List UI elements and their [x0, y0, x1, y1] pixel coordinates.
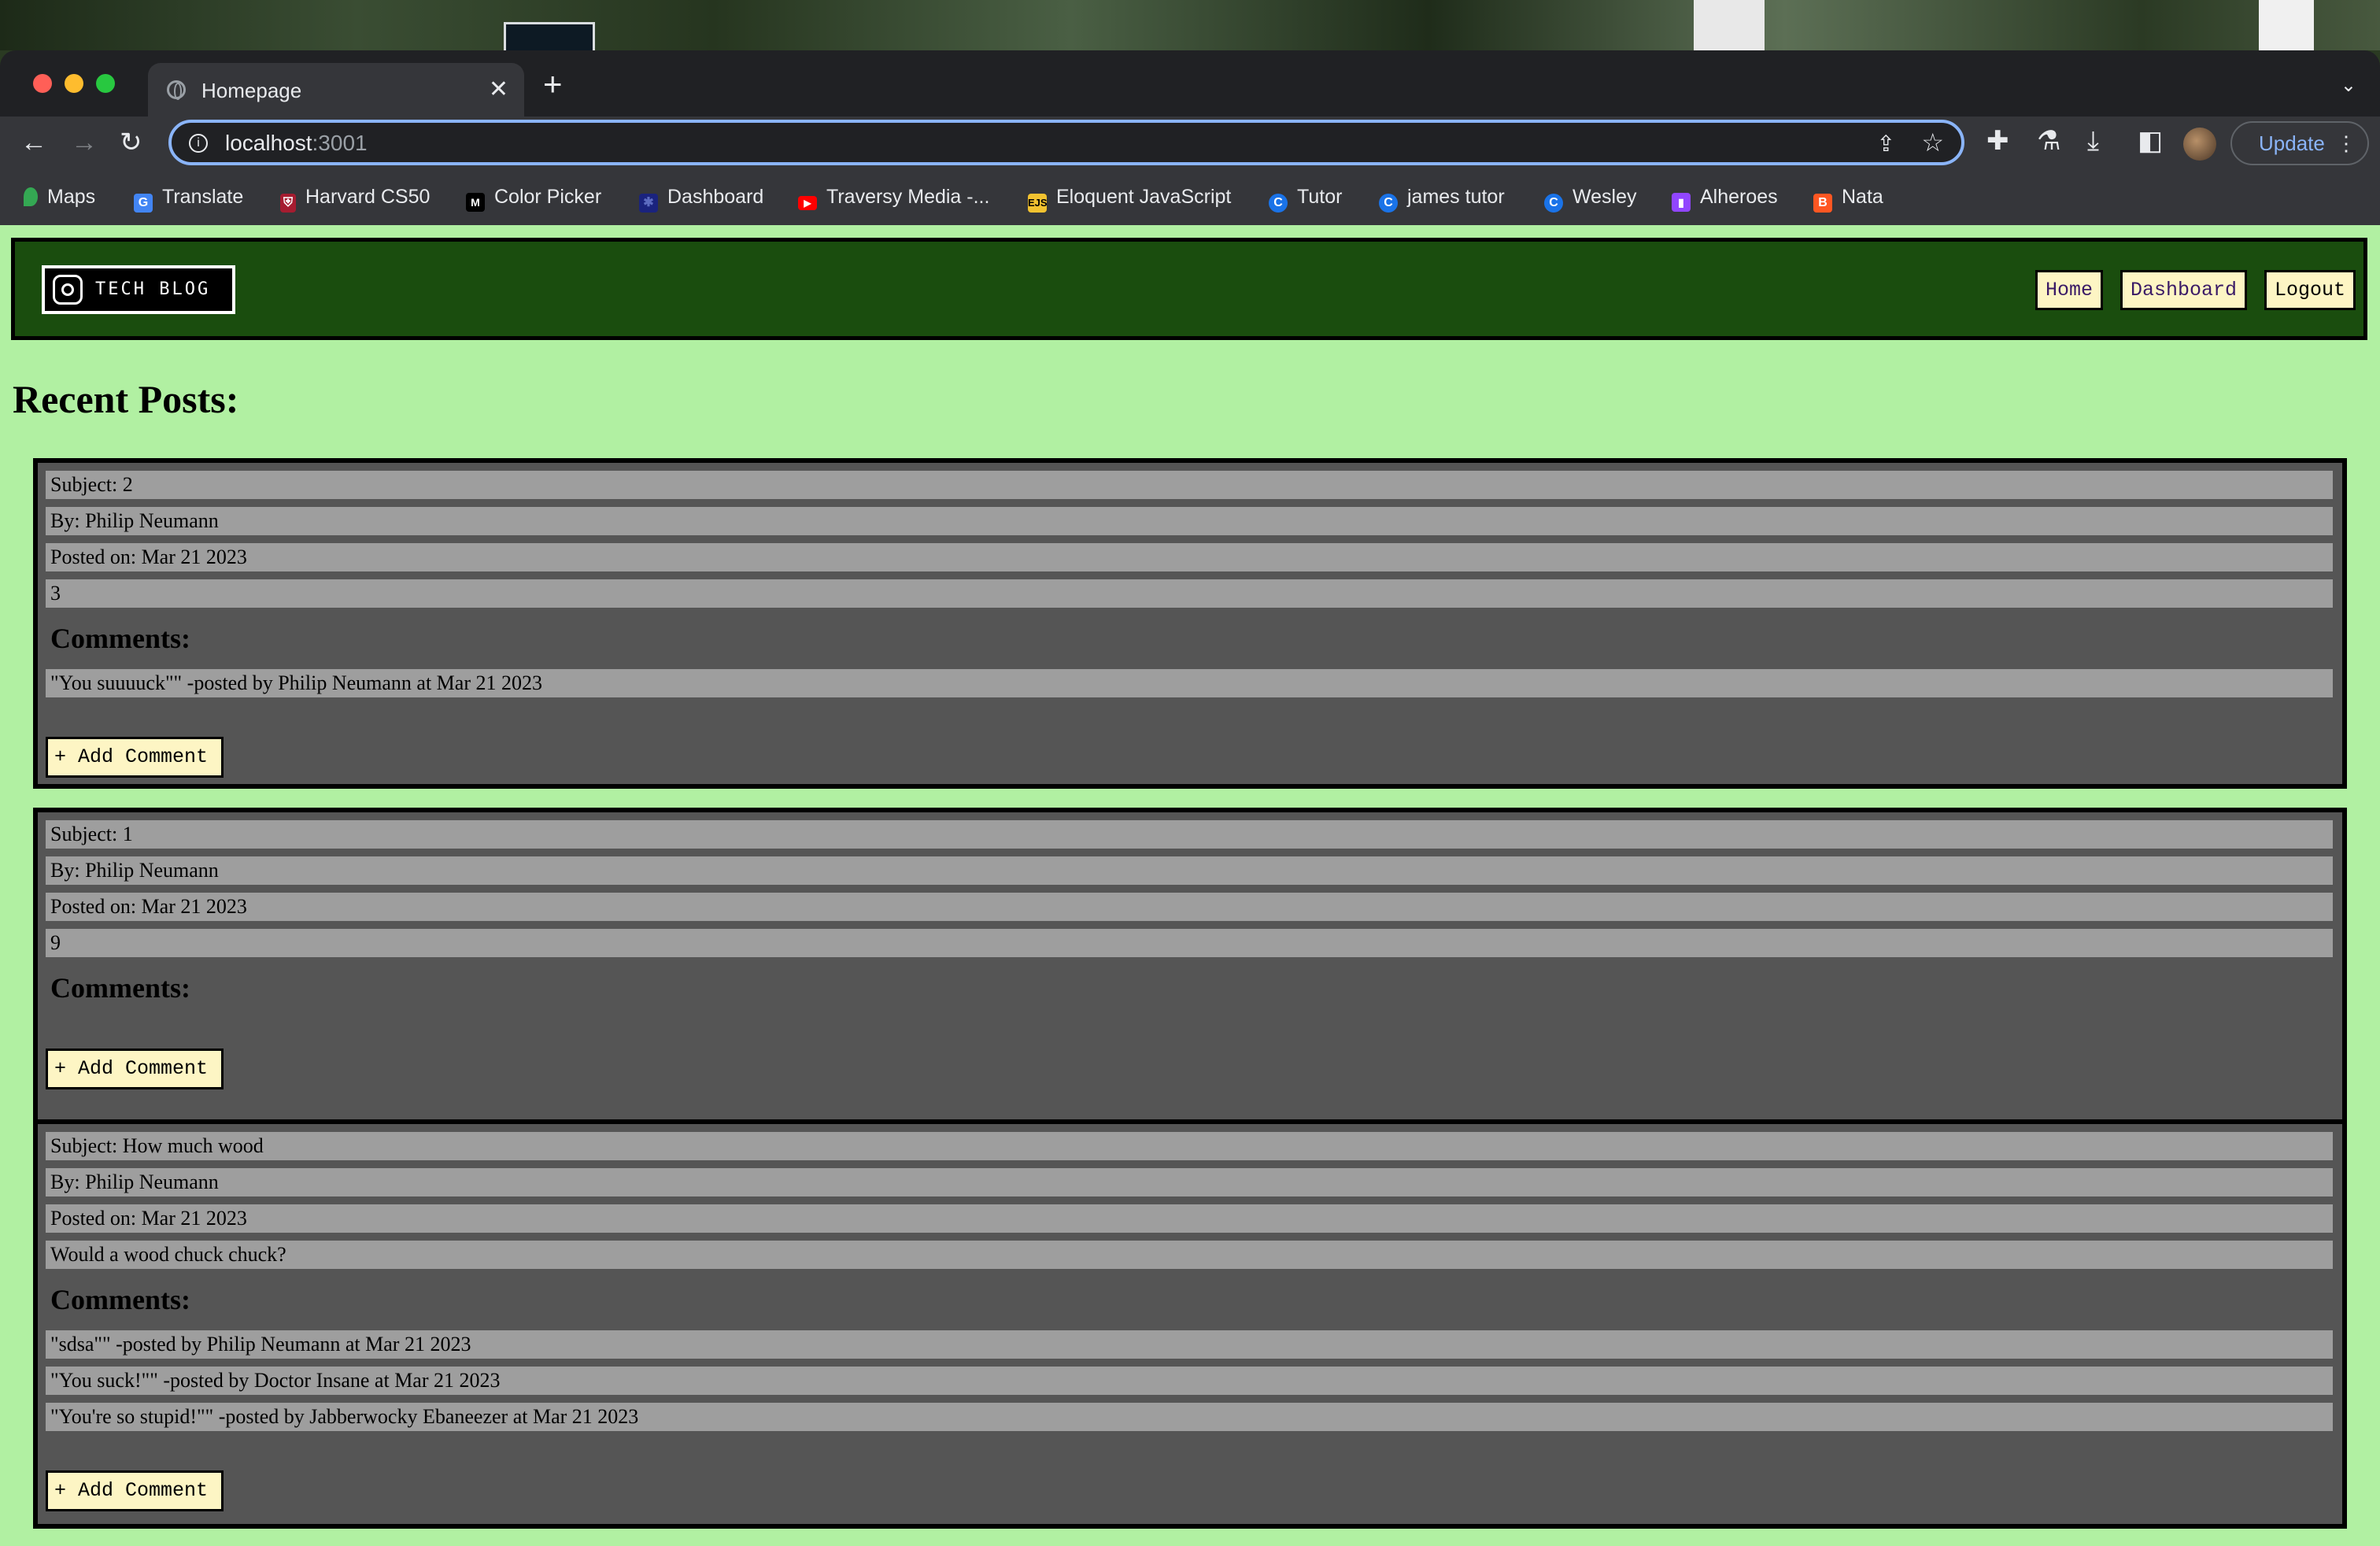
post-date: Posted on: Mar 21 2023 [46, 893, 2333, 921]
comments-heading: Comments: [50, 1284, 190, 1315]
nav-dashboard-button[interactable]: Dashboard [2119, 270, 2247, 310]
bookmark-item[interactable]: ▮ Alheroes [1672, 186, 1778, 212]
bookmark-item[interactable]: G Translate [134, 186, 243, 213]
info-icon[interactable]: i [189, 134, 208, 153]
bookmark-star-icon[interactable]: ☆ [1921, 128, 1944, 157]
bookmark-item[interactable]: Cjames tutor [1379, 186, 1505, 213]
twitch-icon: ▮ [1672, 193, 1691, 212]
post-body: Would a wood chuck chuck? [46, 1241, 2333, 1269]
color-picker-icon: M [466, 193, 485, 212]
comments-heading: Comments: [50, 623, 190, 654]
post-date: Posted on: Mar 21 2023 [46, 543, 2333, 571]
post-body: 3 [46, 579, 2333, 608]
comment-item: "You suck!"" -posted by Doctor Insane at… [46, 1367, 2333, 1395]
bookmark-item[interactable]: M Color Picker [466, 186, 601, 212]
forward-button[interactable]: → [71, 129, 98, 156]
site-nav: Home Dashboard Logout [2034, 270, 2356, 310]
close-tab-icon[interactable]: ✕ [489, 76, 508, 103]
more-menu-icon: ⋮ [2336, 131, 2356, 155]
post-body: 9 [46, 929, 2333, 957]
url-text[interactable]: localhost:3001 [225, 131, 368, 156]
page-title: Recent Posts: [13, 377, 239, 421]
profile-avatar[interactable] [2183, 128, 2216, 161]
post-card: Subject: 2 By: Philip Neumann Posted on:… [33, 458, 2347, 789]
tutor-icon: C [1544, 194, 1563, 213]
bookmark-item[interactable]: ▶ Traversy Media -... [798, 186, 989, 210]
post-subject: Subject: 2 [46, 471, 2333, 499]
comment-item: "You suuuuck"" -posted by Philip Neumann… [46, 669, 2333, 697]
desktop-wallpaper [0, 0, 2380, 50]
share-icon[interactable]: ⇪ [1877, 131, 1895, 157]
harvard-icon: ⛨ [280, 194, 296, 213]
tab-homepage[interactable]: Homepage ✕ [148, 63, 524, 117]
bookmark-item[interactable]: C Tutor [1269, 186, 1342, 213]
side-panel-icon[interactable]: ◧ [2138, 128, 2163, 154]
globe-icon [167, 80, 186, 100]
add-comment-button[interactable]: + Add Comment [46, 1049, 224, 1089]
add-comment-button[interactable]: + Add Comment [46, 737, 224, 778]
nav-logout-button[interactable]: Logout [2264, 270, 2356, 310]
bookmark-item[interactable]: C Wesley [1544, 186, 1637, 213]
tutor-icon: C [1379, 194, 1398, 213]
browser-toolbar: ← → ↻ i localhost:3001 ⇪ ☆ ✚ ⚗ ⤓ ◧ Updat… [0, 117, 2380, 172]
blogger-icon: B [1813, 194, 1832, 213]
bookmarks-bar: Maps G Translate ⛨ Harvard CS50 M Color Pic… [0, 172, 2380, 225]
post-subject: Subject: How much wood [46, 1132, 2333, 1160]
tech-blog-logo[interactable]: TECH BLOG [42, 265, 235, 314]
hex-logo-icon [53, 275, 83, 305]
minimize-window-button[interactable] [65, 74, 83, 93]
update-button[interactable]: Update ⋮ [2230, 121, 2369, 165]
labs-flask-icon[interactable]: ⚗ [2037, 128, 2060, 154]
close-window-button[interactable] [33, 74, 52, 93]
comments-heading: Comments: [50, 972, 190, 1004]
translate-icon: G [134, 194, 153, 213]
ejs-icon: EJS [1028, 194, 1048, 213]
add-comment-button[interactable]: + Add Comment [46, 1470, 224, 1511]
bookmark-item[interactable]: EJS Eloquent JavaScript [1028, 186, 1231, 213]
post-subject: Subject: 1 [46, 820, 2333, 849]
post-author: By: Philip Neumann [46, 1168, 2333, 1196]
post-date: Posted on: Mar 21 2023 [46, 1204, 2333, 1233]
tab-strip: Homepage ✕ + ⌄ [0, 50, 2380, 117]
post-card: Subject: 1 By: Philip Neumann Posted on:… [33, 808, 2347, 1138]
browser-window: Homepage ✕ + ⌄ ← → ↻ i localhost:3001 ⇪ … [0, 50, 2380, 225]
web-page: TECH BLOG Home Dashboard Logout Recent P… [0, 225, 2380, 1546]
desktop-document-thumbnail [1694, 0, 1765, 50]
reload-button[interactable]: ↻ [120, 129, 142, 156]
nav-home-button[interactable]: Home [2034, 270, 2103, 310]
tutor-icon: C [1269, 194, 1288, 213]
desktop-window-thumbnail [504, 22, 595, 50]
tab-title: Homepage [201, 79, 302, 102]
download-icon[interactable]: ⤓ [2087, 128, 2099, 154]
zoom-window-button[interactable] [96, 74, 115, 93]
bookmark-item[interactable]: Maps [24, 186, 95, 209]
comment-item: "You're so stupid!"" -posted by Jabberwo… [46, 1403, 2333, 1431]
address-bar[interactable]: i localhost:3001 ⇪ ☆ [168, 120, 1964, 165]
desktop-document-thumbnail [2259, 0, 2314, 50]
extensions-icon[interactable]: ✚ [1986, 128, 2009, 154]
comment-item: "sdsa"" -posted by Philip Neumann at Mar… [46, 1330, 2333, 1359]
bookmark-item[interactable]: B Nata [1813, 186, 1883, 213]
youtube-icon: ▶ [798, 196, 817, 210]
dashboard-icon: ✱ [639, 194, 658, 213]
new-tab-button[interactable]: + [543, 68, 563, 101]
chevron-down-icon[interactable]: ⌄ [2341, 74, 2356, 97]
maps-icon [24, 187, 38, 206]
post-author: By: Philip Neumann [46, 856, 2333, 885]
bookmark-item[interactable]: ⛨ Harvard CS50 [280, 186, 430, 213]
site-header: TECH BLOG Home Dashboard Logout [11, 238, 2367, 340]
bookmark-item[interactable]: ✱ Dashboard [639, 186, 763, 213]
back-button[interactable]: ← [20, 129, 47, 156]
post-card: Subject: How much wood By: Philip Neuman… [33, 1119, 2347, 1529]
logo-text: TECH BLOG [95, 279, 211, 299]
post-author: By: Philip Neumann [46, 507, 2333, 535]
